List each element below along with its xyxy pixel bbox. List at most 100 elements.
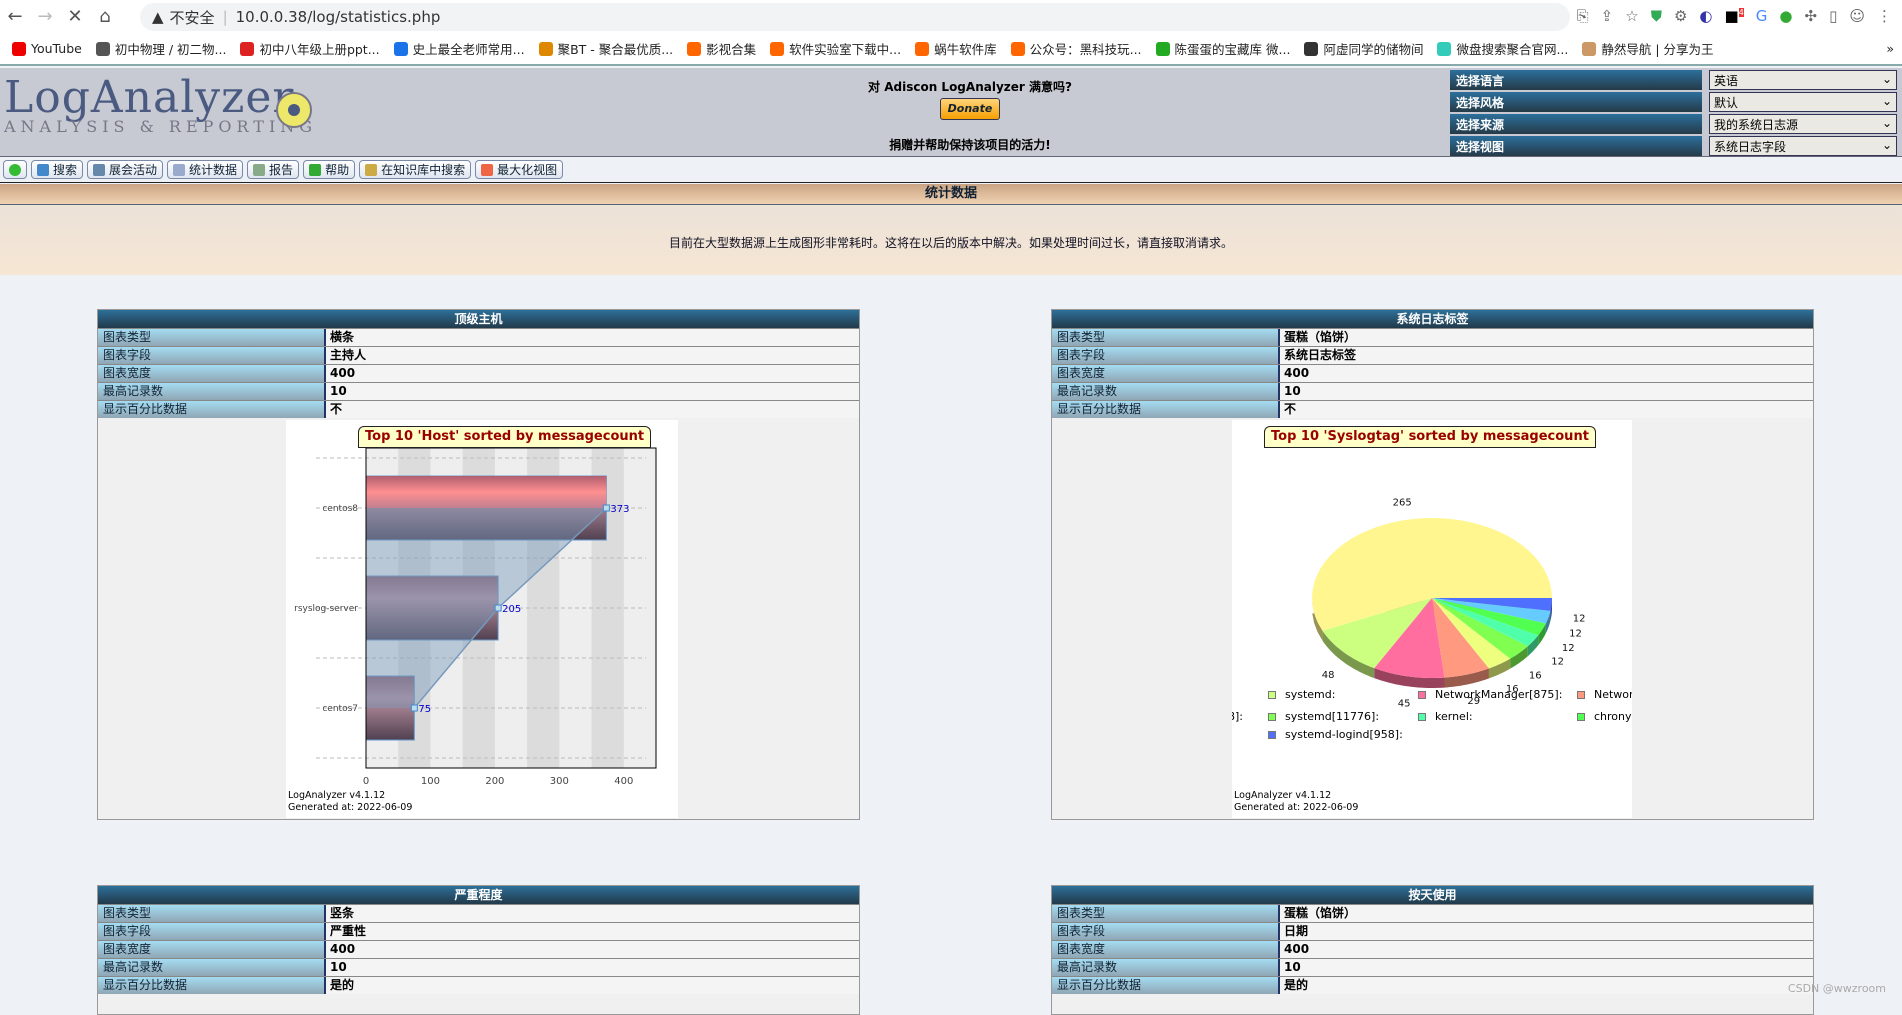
row-value: 400 xyxy=(1280,365,1813,382)
globe-icon[interactable]: ● xyxy=(1779,7,1792,25)
extension-badge-icon[interactable]: ■4 xyxy=(1725,7,1744,25)
panel-row: 最高记录数 10 xyxy=(98,958,859,976)
donate-note: 捐赠并帮助保持该项目的活力! xyxy=(889,138,1051,152)
bookmark-item[interactable]: 史上最全老师常用... xyxy=(393,39,525,58)
category-label: rsyslog-server xyxy=(294,604,358,614)
back-icon[interactable]: ← xyxy=(0,6,30,27)
panel-row: 图表类型 横条 xyxy=(98,328,859,346)
home-icon[interactable]: ⌂ xyxy=(90,6,120,27)
data-label: 205 xyxy=(502,604,521,615)
panel-row: 图表字段 严重性 xyxy=(98,922,859,940)
chart-image: centos8 373 rsyslog-server 205 centos7 75 0 100… xyxy=(278,420,678,818)
logo[interactable]: LogAnalyzer ANALYSIS & REPORTING xyxy=(4,72,317,136)
selector-dropdown[interactable]: 英语 ⌄ xyxy=(1709,70,1897,90)
toolbar-button-展会活动[interactable]: 展会活动 xyxy=(87,160,164,179)
panel-row: 图表类型 蛋糕（馅饼） xyxy=(1052,328,1813,346)
bookmark-label: 软件实验室下载中... xyxy=(789,42,902,57)
panel-row: 最高记录数 10 xyxy=(1052,382,1813,400)
slice-label: 16 xyxy=(1529,671,1542,682)
x-tick-label: 400 xyxy=(614,776,633,787)
extension-icon[interactable]: ◐ xyxy=(1699,7,1712,25)
selectors: 选择语言 英语 ⌄ 选择风格 默认 ⌄ 选择来源 我的系统日志源 ⌄ 选择视图 系统日志字段 ⌄ xyxy=(1450,70,1902,158)
row-value: 400 xyxy=(326,365,859,382)
bookmark-item[interactable]: 公众号：黑科技玩... xyxy=(1010,39,1142,58)
panel-row: 图表宽度 400 xyxy=(1052,364,1813,382)
bookmark-item[interactable]: 微盘搜索聚合官网... xyxy=(1437,39,1568,58)
selector-dropdown[interactable]: 我的系统日志源 ⌄ xyxy=(1709,114,1897,134)
panel-title: 按天使用 xyxy=(1052,886,1813,904)
row-label: 图表类型 xyxy=(98,329,326,346)
bookmark-item[interactable]: 初中八年级上册ppt... xyxy=(240,39,380,58)
bookmark-item[interactable]: 影视合集 xyxy=(687,39,756,58)
profile-icon[interactable]: ☺ xyxy=(1849,7,1865,25)
x-tick-label: 0 xyxy=(363,776,369,787)
data-point xyxy=(602,504,610,512)
row-label: 最高记录数 xyxy=(98,959,326,976)
legend-label: systemd: xyxy=(1285,688,1336,701)
row-value: 横条 xyxy=(326,329,859,346)
row-label: 图表类型 xyxy=(98,905,326,922)
bookmark-item[interactable]: 蜗牛软件库 xyxy=(915,39,997,58)
watermark: CSDN @wwzroom xyxy=(1787,982,1886,995)
selector-value: 系统日志字段 xyxy=(1714,140,1787,154)
donate-button[interactable]: Donate xyxy=(940,98,1000,120)
bookmark-label: 聚BT - 聚合最优质... xyxy=(557,42,674,57)
row-label: 图表宽度 xyxy=(98,941,326,958)
panel-title: 顶级主机 xyxy=(98,310,859,328)
browser-toolbar: ← → ✕ ⌂ ▲ 不安全 | 10.0.0.38/log/statistics… xyxy=(0,0,1902,33)
toolbar-button-统计数据[interactable]: 统计数据 xyxy=(167,160,244,179)
bookmark-item[interactable]: YouTube xyxy=(12,41,82,56)
toolbar-button-home[interactable] xyxy=(3,160,27,179)
panel-row: 图表类型 蛋糕（馅饼） xyxy=(1052,904,1813,922)
share-icon[interactable]: ⇪ xyxy=(1601,7,1614,25)
row-value: 400 xyxy=(326,941,859,958)
bookmark-icon xyxy=(687,41,702,56)
star-icon[interactable]: ☆ xyxy=(1625,7,1638,25)
row-value: 不 xyxy=(326,401,859,418)
row-label: 显示百分比数据 xyxy=(98,977,326,994)
bookmark-icon xyxy=(1304,41,1319,56)
legend-item: kernel: xyxy=(1418,710,1473,723)
selector-dropdown[interactable]: 系统日志字段 ⌄ xyxy=(1709,136,1897,156)
toolbar-button-label: 最大化视图 xyxy=(497,163,558,177)
more-bookmarks-icon[interactable]: » xyxy=(1886,41,1894,56)
search-icon xyxy=(37,163,49,176)
sidebar-icon[interactable]: ▯ xyxy=(1829,7,1837,25)
bookmark-item[interactable]: 初中物理 / 初二物... xyxy=(95,39,227,58)
bookmark-item[interactable]: 陈蛋蛋的宝藏库 微... xyxy=(1155,39,1290,58)
legend-item: 8]: xyxy=(1232,710,1243,723)
bookmark-icon xyxy=(770,41,785,56)
toolbar-button-最大化视图[interactable]: 最大化视图 xyxy=(475,160,564,179)
stop-icon[interactable]: ✕ xyxy=(60,6,90,27)
row-label: 图表宽度 xyxy=(1052,941,1280,958)
toolbar-button-在知识库中搜索[interactable]: 在知识库中搜索 xyxy=(359,160,472,179)
panel-row: 显示百分比数据 是的 xyxy=(98,976,859,994)
row-label: 图表类型 xyxy=(1052,329,1280,346)
menu-icon[interactable]: ⋮ xyxy=(1877,7,1892,25)
bookmark-item[interactable]: 静然导航 | 分享为王 xyxy=(1582,39,1714,58)
data-point xyxy=(494,604,502,612)
shield-icon[interactable]: ⛊ xyxy=(1651,7,1662,25)
puzzle-icon[interactable]: ✣ xyxy=(1805,7,1818,25)
bookmark-icon xyxy=(95,41,110,56)
extension-icon[interactable]: ⚙ xyxy=(1674,7,1687,25)
toolbar-button-帮助[interactable]: 帮助 xyxy=(303,160,356,179)
chevron-down-icon: ⌄ xyxy=(1881,116,1892,130)
bookmark-item[interactable]: 阿虚同学的储物间 xyxy=(1304,39,1423,58)
translate-icon[interactable]: ⎘ xyxy=(1577,7,1589,25)
bookmark-item[interactable]: 聚BT - 聚合最优质... xyxy=(538,39,674,58)
selector-dropdown[interactable]: 默认 ⌄ xyxy=(1709,92,1897,112)
toolbar-button-报告[interactable]: 报告 xyxy=(247,160,300,179)
bar-highlight xyxy=(366,476,607,508)
row-value: 10 xyxy=(326,959,859,976)
bookmark-item[interactable]: 软件实验室下载中... xyxy=(770,39,901,58)
address-bar[interactable]: ▲ 不安全 | 10.0.0.38/log/statistics.php xyxy=(140,3,1570,31)
slice-label: 12 xyxy=(1551,657,1564,668)
forward-icon[interactable]: → xyxy=(30,6,60,27)
google-translate-icon[interactable]: G xyxy=(1756,7,1768,25)
bookmark-label: 初中物理 / 初二物... xyxy=(114,42,227,57)
toolbar-button-搜索[interactable]: 搜索 xyxy=(31,160,84,179)
panel-row: 最高记录数 10 xyxy=(1052,958,1813,976)
legend-item: systemd: xyxy=(1268,688,1335,701)
chart-footer: LogAnalyzer v4.1.12 Generated at: 2022-06… xyxy=(288,790,412,814)
